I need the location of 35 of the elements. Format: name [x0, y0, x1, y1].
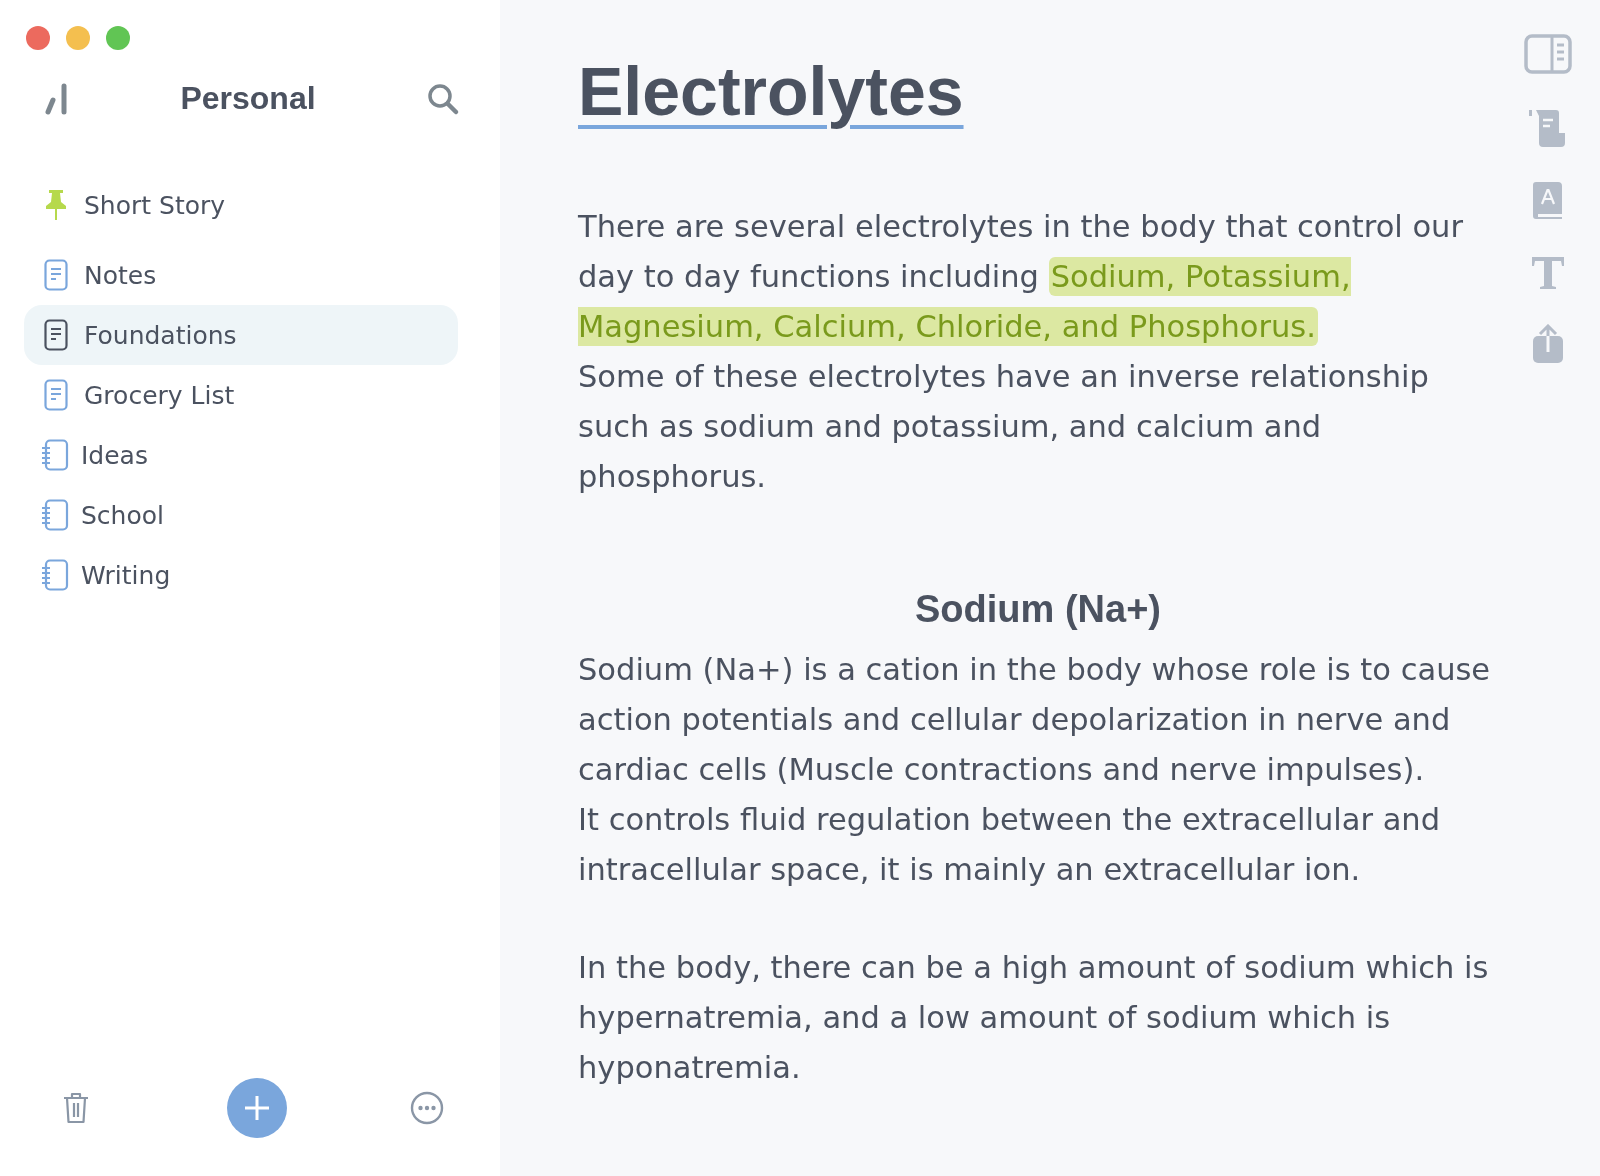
logo-icon: [44, 81, 70, 116]
notebook-icon: [41, 499, 69, 531]
close-window-button[interactable]: [26, 26, 50, 50]
share-icon[interactable]: [1532, 324, 1564, 364]
sidebar-title: Personal: [180, 80, 316, 117]
more-icon[interactable]: [410, 1091, 444, 1125]
text-format-icon[interactable]: [1531, 256, 1565, 290]
sidebar-toggle-icon[interactable]: [1524, 34, 1572, 74]
paragraph: Some of these electrolytes have an inverse relationship such as sodium and potassium, and calcium and phosphorus.: [578, 358, 1430, 496]
sidebar-item[interactable]: Grocery List: [24, 365, 458, 425]
sidebar-item[interactable]: Short Story: [24, 175, 458, 235]
minimize-window-button[interactable]: [66, 26, 90, 50]
paragraph: In the body, there can be a high amount of sodium which is hypernatremia, and a low amount of sodium which is hyponatremia.: [578, 949, 1490, 1087]
zoom-window-button[interactable]: [106, 26, 130, 50]
sidebar-item[interactable]: Foundations: [24, 305, 458, 365]
dictionary-icon[interactable]: [1532, 182, 1564, 222]
notebook-icon: [41, 559, 69, 591]
sidebar-item[interactable]: School: [24, 485, 458, 545]
plus-icon: [243, 1094, 271, 1122]
document-icon: [44, 379, 68, 411]
sidebar-item[interactable]: Ideas: [24, 425, 458, 485]
pin-icon: [44, 189, 68, 221]
trash-icon[interactable]: [62, 1091, 90, 1125]
notebook-icon: [41, 439, 69, 471]
scroll-icon[interactable]: [1529, 108, 1567, 148]
search-icon[interactable]: [426, 81, 460, 116]
document-icon: [44, 259, 68, 291]
document-icon: [44, 319, 68, 351]
sidebar-item[interactable]: Writing: [24, 545, 458, 605]
document-title: Electrolytes: [578, 52, 964, 130]
add-button[interactable]: [227, 1078, 287, 1138]
sidebar-item[interactable]: Notes: [24, 245, 458, 305]
paragraph: Sodium (Na+) is a cation in the body whose role is to cause action potentials and cellular depolarization in nerve and cardiac cells (Muscle contractions and nerve impulses).: [578, 651, 1492, 789]
paragraph: It controls fluid regulation between the extracellular and intracellular space, it is mainly an extracellular ion.: [578, 801, 1442, 889]
section-heading: Sodium (Na+): [914, 588, 1162, 631]
